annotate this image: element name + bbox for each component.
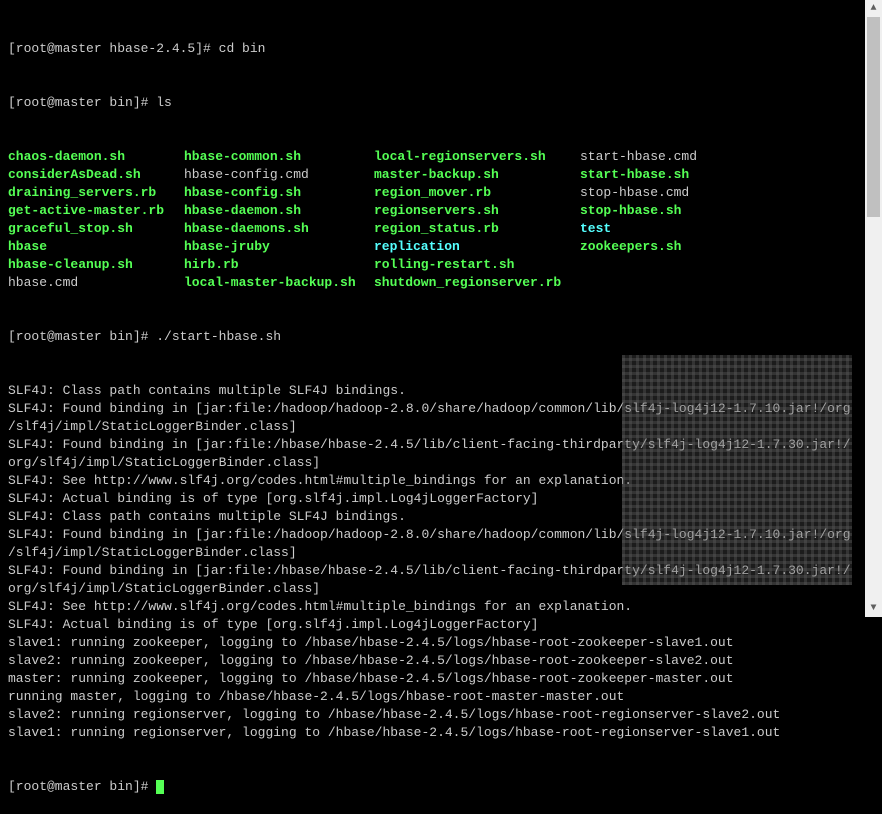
file-entry [580,256,874,274]
scrollbar-thumb[interactable] [867,17,880,217]
terminal-window[interactable]: [root@master hbase-2.4.5]# cd bin [root@… [8,4,874,814]
shell-prompt: [root@master hbase-2.4.5]# [8,41,219,56]
output-line: slave2: running zookeeper, logging to /h… [8,652,874,670]
output-line: SLF4J: Found binding in [jar:file:/hbase… [8,436,874,454]
output-line: slave2: running regionserver, logging to… [8,706,874,724]
output-line: SLF4J: Found binding in [jar:file:/hbase… [8,562,874,580]
prompt-line: [root@master bin]# ./start-hbase.sh [8,328,874,346]
file-entry: hbase-daemon.sh [184,202,374,220]
file-entry: hbase-common.sh [184,148,374,166]
output-line: org/slf4j/impl/StaticLoggerBinder.class] [8,580,874,598]
output-line: SLF4J: Class path contains multiple SLF4… [8,382,874,400]
file-entry: replication [374,238,580,256]
file-entry: start-hbase.cmd [580,148,874,166]
shell-prompt: [root@master bin]# [8,329,156,344]
file-entry: hbase [8,238,184,256]
shell-prompt: [root@master bin]# [8,95,156,110]
file-entry: regionservers.sh [374,202,580,220]
file-entry: draining_servers.rb [8,184,184,202]
output-line: slave1: running regionserver, logging to… [8,724,874,742]
vertical-scrollbar[interactable]: ▲ ▼ [865,0,882,617]
file-entry: test [580,220,874,238]
scroll-down-button[interactable]: ▼ [865,600,882,617]
file-entry: region_mover.rb [374,184,580,202]
output-line: running master, logging to /hbase/hbase-… [8,688,874,706]
prompt-line: [root@master bin]# [8,778,874,796]
command-text: ls [156,95,172,110]
file-entry: chaos-daemon.sh [8,148,184,166]
output-line: SLF4J: Class path contains multiple SLF4… [8,508,874,526]
file-entry: graceful_stop.sh [8,220,184,238]
file-entry: stop-hbase.cmd [580,184,874,202]
output-line: slave1: running zookeeper, logging to /h… [8,634,874,652]
scroll-up-button[interactable]: ▲ [865,0,882,17]
output-line: SLF4J: See http://www.slf4j.org/codes.ht… [8,472,874,490]
file-entry: hbase-daemons.sh [184,220,374,238]
script-output: SLF4J: Class path contains multiple SLF4… [8,382,874,742]
file-entry: master-backup.sh [374,166,580,184]
file-entry: shutdown_regionserver.rb [374,274,580,292]
file-entry: local-master-backup.sh [184,274,374,292]
file-entry: start-hbase.sh [580,166,874,184]
ls-output: chaos-daemon.shhbase-common.shlocal-regi… [8,148,874,292]
output-line: org/slf4j/impl/StaticLoggerBinder.class] [8,454,874,472]
output-line: master: running zookeeper, logging to /h… [8,670,874,688]
cursor [156,780,164,794]
file-entry: hbase-config.sh [184,184,374,202]
prompt-line: [root@master bin]# ls [8,94,874,112]
shell-prompt: [root@master bin]# [8,779,156,794]
file-entry: hbase-jruby [184,238,374,256]
file-entry: get-active-master.rb [8,202,184,220]
command-text: cd bin [219,41,266,56]
output-line: /slf4j/impl/StaticLoggerBinder.class] [8,418,874,436]
file-entry [580,274,874,292]
output-line: SLF4J: Found binding in [jar:file:/hadoo… [8,526,874,544]
prompt-line: [root@master hbase-2.4.5]# cd bin [8,40,874,58]
file-entry: region_status.rb [374,220,580,238]
file-entry: stop-hbase.sh [580,202,874,220]
file-entry: considerAsDead.sh [8,166,184,184]
command-text: ./start-hbase.sh [156,329,281,344]
file-entry: zookeepers.sh [580,238,874,256]
file-entry: rolling-restart.sh [374,256,580,274]
file-entry: local-regionservers.sh [374,148,580,166]
output-line: SLF4J: Actual binding is of type [org.sl… [8,490,874,508]
output-line: SLF4J: Actual binding is of type [org.sl… [8,616,874,634]
file-entry: hbase-cleanup.sh [8,256,184,274]
output-line: SLF4J: Found binding in [jar:file:/hadoo… [8,400,874,418]
output-line: SLF4J: See http://www.slf4j.org/codes.ht… [8,598,874,616]
file-entry: hbase-config.cmd [184,166,374,184]
file-entry: hbase.cmd [8,274,184,292]
file-entry: hirb.rb [184,256,374,274]
output-line: /slf4j/impl/StaticLoggerBinder.class] [8,544,874,562]
